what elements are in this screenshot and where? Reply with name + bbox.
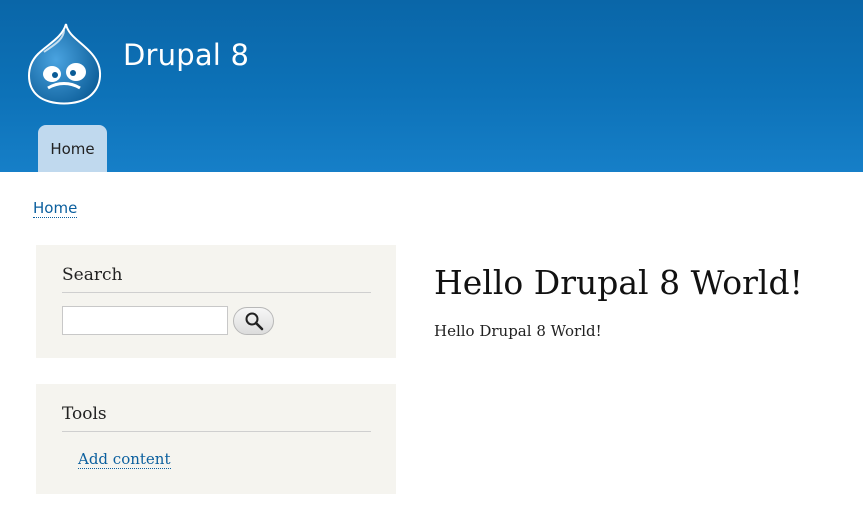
search-button[interactable] xyxy=(233,307,274,335)
drupal-logo-icon[interactable] xyxy=(24,22,104,106)
search-block-title: Search xyxy=(62,264,371,293)
tools-block-title: Tools xyxy=(62,403,371,432)
page-title: Hello Drupal 8 World! xyxy=(434,263,803,302)
search-input[interactable] xyxy=(62,306,228,335)
magnifier-icon xyxy=(245,312,263,331)
page-body-text: Hello Drupal 8 World! xyxy=(434,322,602,340)
site-header: Drupal 8 Home xyxy=(0,0,863,172)
search-block: Search xyxy=(36,245,396,358)
tools-block: Tools Add content xyxy=(36,384,396,494)
nav-tab-home[interactable]: Home xyxy=(38,125,107,172)
site-name[interactable]: Drupal 8 xyxy=(123,38,249,72)
add-content-link[interactable]: Add content xyxy=(78,450,171,469)
breadcrumb-home-link[interactable]: Home xyxy=(33,199,78,218)
